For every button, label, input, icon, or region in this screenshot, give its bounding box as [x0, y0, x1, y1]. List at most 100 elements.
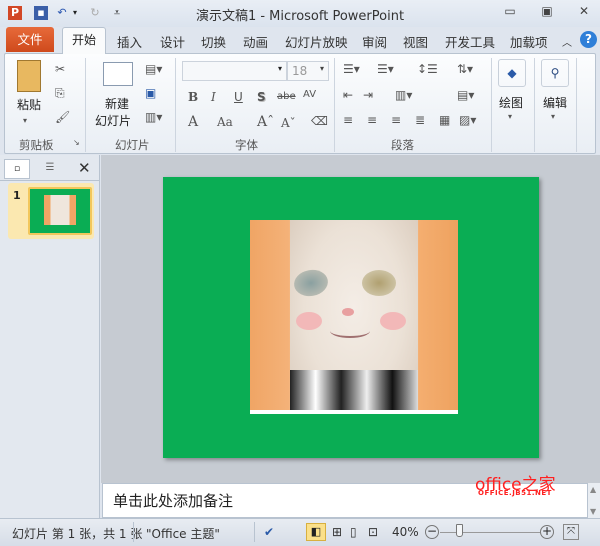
minimize-button[interactable]: ▭ [498, 4, 522, 20]
shrink-font-button[interactable]: Aˇ [281, 116, 296, 130]
font-size-input[interactable]: 18 ▾ [287, 61, 329, 81]
increase-indent-icon[interactable]: ⇥ [363, 88, 373, 102]
ribbon-tabs: 文件 开始 插入 设计 切换 动画 幻灯片放映 审阅 视图 开发工具 加载项 ︿… [0, 27, 600, 54]
slides-tab-icon[interactable]: ▫ [4, 159, 30, 179]
editing-dropdown-icon[interactable]: ▾ [551, 112, 555, 121]
copy-icon[interactable]: ⎘ [55, 86, 65, 101]
reading-view-icon[interactable]: ▯ [350, 525, 357, 539]
bullets-icon[interactable]: ☰▾ [343, 62, 360, 76]
change-case-button[interactable]: Aa [217, 115, 233, 129]
strikethrough-button[interactable]: abe [277, 91, 296, 102]
slides-pane: ▫ ☰ ✕ 1 [0, 155, 100, 518]
status-bar: 幻灯片 第 1 张，共 1 张 "Office 主题" ✔ ◧ ⊞ ▯ ⊡ 40… [0, 518, 600, 546]
notes-scrollbar[interactable]: ▲ ▼ [588, 483, 600, 518]
align-center-icon[interactable]: ≡ [367, 113, 377, 127]
cat-mouth [330, 324, 370, 338]
tab-transitions[interactable]: 切换 [201, 32, 226, 51]
section-icon[interactable]: ▥▾ [145, 110, 162, 124]
distributed-icon[interactable]: ▦ [439, 113, 450, 127]
paste-button[interactable]: 粘贴 [17, 96, 41, 113]
decrease-indent-icon[interactable]: ⇤ [343, 88, 353, 102]
grow-font-button[interactable]: Aˆ [257, 114, 274, 130]
divider [175, 58, 176, 152]
reset-icon[interactable]: ▣ [145, 86, 156, 100]
layout-icon[interactable]: ▤▾ [145, 62, 162, 76]
divider [133, 522, 134, 542]
zoom-in-button[interactable]: + [540, 525, 554, 539]
divider [576, 58, 577, 152]
divider [534, 58, 535, 152]
cat-cheek [380, 312, 406, 330]
theme-name[interactable]: "Office 主题" [146, 525, 220, 542]
slide-sorter-icon[interactable]: ⊞ [332, 525, 342, 539]
align-left-icon[interactable]: ≡ [343, 113, 353, 127]
drawing-icon[interactable]: ◆ [498, 59, 526, 87]
font-color-button[interactable]: A [188, 114, 198, 130]
character-spacing-button[interactable]: AV [303, 89, 316, 100]
tab-review[interactable]: 审阅 [362, 32, 387, 51]
zoom-slider[interactable] [440, 532, 540, 533]
new-slide-label-1[interactable]: 新建 [105, 95, 129, 112]
tab-developer[interactable]: 开发工具 [445, 32, 495, 51]
cat-picture[interactable] [250, 220, 458, 414]
scroll-up-icon[interactable]: ▲ [590, 485, 596, 494]
spell-check-icon[interactable]: ✔ [264, 525, 274, 539]
tab-file[interactable]: 文件 [6, 27, 54, 52]
font-name-input[interactable]: ▾ [182, 61, 287, 81]
slide-canvas[interactable] [163, 177, 539, 458]
scroll-down-icon[interactable]: ▼ [590, 507, 596, 516]
notes-placeholder[interactable]: 单击此处添加备注 [113, 490, 233, 511]
tab-view[interactable]: 视图 [403, 32, 428, 51]
tab-addins[interactable]: 加载项 [510, 32, 548, 51]
zoom-slider-thumb[interactable] [456, 524, 463, 537]
zoom-out-button[interactable]: − [425, 525, 439, 539]
slide-thumbnail[interactable] [28, 187, 92, 235]
justify-icon[interactable]: ≣ [415, 113, 425, 127]
collapse-ribbon-icon[interactable]: ︿ [562, 34, 572, 49]
help-icon[interactable]: ? [580, 31, 597, 48]
editing-button[interactable]: 编辑 [543, 94, 567, 111]
cat-body [290, 370, 418, 410]
format-painter-icon[interactable]: 🖌 [55, 110, 70, 124]
slideshow-icon[interactable]: ⊡ [368, 525, 378, 539]
columns-icon[interactable]: ▥▾ [395, 88, 412, 102]
bold-button[interactable]: B [188, 90, 198, 104]
fit-to-window-icon[interactable]: ⤧ [563, 524, 579, 540]
numbering-icon[interactable]: ☰▾ [377, 62, 394, 76]
smartart-icon[interactable]: ▨▾ [459, 113, 476, 127]
clear-formatting-icon[interactable]: ⌫ [311, 114, 328, 128]
cut-icon[interactable]: ✂ [55, 62, 65, 76]
paste-dropdown-icon[interactable]: ▾ [23, 116, 27, 125]
tab-animations[interactable]: 动画 [243, 32, 268, 51]
tab-design[interactable]: 设计 [160, 32, 185, 51]
drawing-button[interactable]: 绘图 [499, 94, 523, 111]
divider [254, 522, 255, 542]
thumbnail-cat-image [44, 195, 76, 225]
italic-button[interactable]: I [211, 90, 216, 104]
maximize-button[interactable]: ▣ [535, 4, 559, 20]
zoom-level[interactable]: 40% [392, 525, 419, 539]
underline-button[interactable]: U [234, 90, 243, 104]
normal-view-icon[interactable]: ◧ [306, 523, 326, 541]
clipboard-launcher-icon[interactable]: ↘ [73, 138, 80, 147]
drawing-dropdown-icon[interactable]: ▾ [508, 112, 512, 121]
tab-slideshow[interactable]: 幻灯片放映 [285, 32, 348, 51]
divider [85, 58, 86, 152]
align-right-icon[interactable]: ≡ [391, 113, 401, 127]
align-text-icon[interactable]: ▤▾ [457, 88, 474, 102]
close-pane-icon[interactable]: ✕ [78, 159, 91, 177]
outline-tab-icon[interactable]: ☰ [40, 159, 60, 179]
find-binoculars-icon[interactable]: ⚲ [541, 59, 569, 87]
tab-insert[interactable]: 插入 [117, 32, 142, 51]
close-button[interactable]: ✕ [572, 4, 596, 20]
new-slide-icon[interactable] [103, 62, 133, 86]
cat-nose [342, 308, 354, 316]
tab-home[interactable]: 开始 [62, 27, 106, 54]
line-spacing-icon[interactable]: ↕☰ [417, 62, 438, 76]
slide-number: 1 [13, 189, 21, 202]
new-slide-label-2[interactable]: 幻灯片 [95, 112, 131, 129]
text-direction-icon[interactable]: ⇅▾ [457, 62, 473, 76]
paste-icon[interactable] [17, 60, 41, 92]
shadow-button[interactable]: S [257, 90, 266, 104]
paragraph-group-label: 段落 [391, 138, 414, 152]
